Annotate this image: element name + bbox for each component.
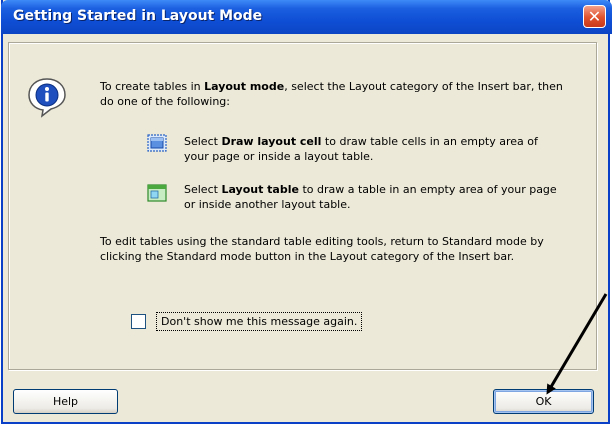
close-icon: ✕ (587, 6, 602, 26)
ok-button[interactable]: OK (493, 389, 594, 414)
dont-show-label[interactable]: Don't show me this message again. (156, 312, 363, 331)
dont-show-checkbox[interactable] (131, 314, 146, 329)
dialog-title: Getting Started in Layout Mode (13, 8, 263, 24)
title-bar: Getting Started in Layout Mode ✕ (1, 0, 612, 34)
close-button[interactable]: ✕ (583, 5, 606, 28)
draw-layout-cell-icon (147, 134, 167, 152)
info-icon (28, 78, 66, 118)
edit-tables-text: To edit tables using the standard table … (100, 235, 544, 263)
intro-text: To create tables in Layout mode, select … (100, 80, 563, 108)
layout-table-icon (147, 184, 167, 202)
layout-table-text: Select Layout table to draw a table in a… (184, 183, 557, 211)
draw-layout-cell-text: Select Draw layout cell to draw table ce… (184, 135, 538, 163)
help-button[interactable]: Help (13, 389, 118, 414)
